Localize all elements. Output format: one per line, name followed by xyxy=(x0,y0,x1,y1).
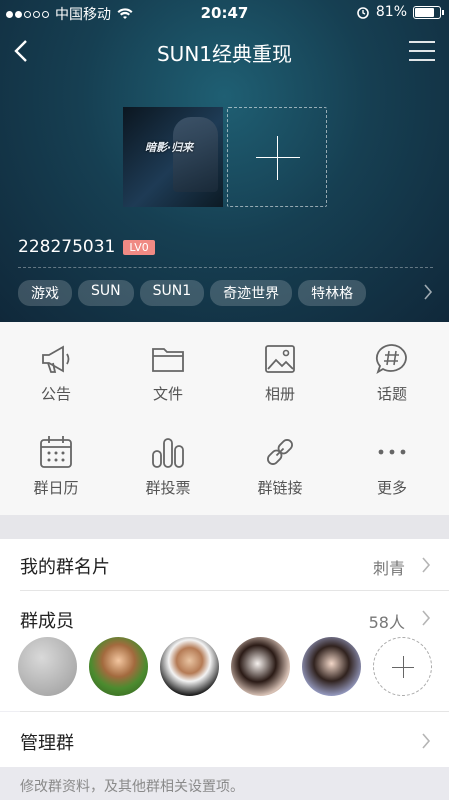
megaphone-icon xyxy=(42,345,70,373)
nav-bar: SUN1经典重现 xyxy=(0,26,449,76)
chevron-right-icon[interactable] xyxy=(423,284,433,300)
tag[interactable]: SUN1 xyxy=(139,280,205,306)
my-group-card-row[interactable]: 我的群名片 刺青 xyxy=(0,539,449,591)
avatar[interactable] xyxy=(18,637,77,696)
grid-item-calendar[interactable]: 群日历 xyxy=(0,434,112,498)
tag[interactable]: 特林格 xyxy=(298,280,367,306)
divider xyxy=(18,267,433,268)
grid-item-label: 话题 xyxy=(376,385,407,403)
avatar[interactable] xyxy=(89,637,148,696)
add-member-button[interactable] xyxy=(373,637,432,696)
link-icon xyxy=(267,439,293,465)
grid-item-label: 群日历 xyxy=(33,479,79,497)
more-dots-icon xyxy=(378,449,406,455)
group-cover-image[interactable]: 暗影·归来 xyxy=(123,107,223,207)
grid-item-label: 公告 xyxy=(40,385,71,403)
group-id-row: 228275031 LV0 xyxy=(18,237,155,257)
avatar[interactable] xyxy=(231,637,290,696)
tag-list: 游戏 SUN SUN1 奇迹世界 特林格 xyxy=(18,280,367,306)
avatar[interactable] xyxy=(302,637,361,696)
grid-item-topics[interactable]: 话题 xyxy=(336,342,448,404)
group-covers: 暗影·归来 xyxy=(123,107,327,207)
chevron-right-icon xyxy=(422,557,431,573)
folder-icon xyxy=(152,348,184,372)
row-title: 我的群名片 xyxy=(20,557,110,578)
battery-icon xyxy=(413,5,444,19)
bar-chart-icon xyxy=(152,438,184,468)
member-count[interactable]: 58人 xyxy=(369,609,405,633)
grid-item-vote[interactable]: 群投票 xyxy=(112,434,224,498)
alarm-icon xyxy=(357,7,369,19)
grid-item-label: 群链接 xyxy=(257,479,303,497)
feature-grid: 公告 文件 相册 话题 群日历 群投票 群链接 更多 xyxy=(0,322,449,515)
level-badge: LV0 xyxy=(123,239,155,255)
manage-group-row[interactable]: 管理群 xyxy=(0,712,449,767)
my-card-value: 刺青 xyxy=(372,559,405,578)
chevron-right-icon xyxy=(422,733,431,749)
calendar-icon xyxy=(40,436,72,468)
manage-group-note: 修改群资料，及其他群相关设置项。 xyxy=(0,767,449,800)
grid-item-label: 文件 xyxy=(152,385,183,403)
row-title: 群成员 xyxy=(20,611,74,632)
grid-item-label: 群投票 xyxy=(145,479,191,497)
page-title: SUN1经典重现 xyxy=(156,42,293,66)
tag[interactable]: SUN xyxy=(78,280,134,306)
grid-item-files[interactable]: 文件 xyxy=(112,342,224,404)
grid-item-link[interactable]: 群链接 xyxy=(224,434,336,498)
cover-logo-text: 暗影·归来 xyxy=(145,141,194,154)
menu-icon[interactable] xyxy=(409,40,435,62)
grid-item-label: 相册 xyxy=(264,385,295,403)
status-bar: 中国移动 20:47 81% xyxy=(0,0,449,26)
grid-item-more[interactable]: 更多 xyxy=(336,434,448,498)
grid-item-album[interactable]: 相册 xyxy=(224,342,336,404)
member-avatars xyxy=(18,637,432,696)
hashtag-bubble-icon xyxy=(375,344,407,375)
group-id: 228275031 xyxy=(18,237,116,257)
tag[interactable]: 游戏 xyxy=(18,280,72,306)
group-header: 中国移动 20:47 81% SUN1经典重现 暗影·归来 228275031 … xyxy=(0,0,449,322)
tag[interactable]: 奇迹世界 xyxy=(210,280,293,306)
grid-item-announcement[interactable]: 公告 xyxy=(0,342,112,404)
avatar[interactable] xyxy=(160,637,219,696)
section-spacer xyxy=(0,515,449,539)
chevron-right-icon[interactable] xyxy=(421,610,431,626)
row-title: 管理群 xyxy=(20,733,74,754)
battery-percent: 81% xyxy=(375,4,407,20)
grid-item-label: 更多 xyxy=(376,479,407,497)
photo-icon xyxy=(265,345,295,373)
add-cover-button[interactable] xyxy=(227,107,327,207)
